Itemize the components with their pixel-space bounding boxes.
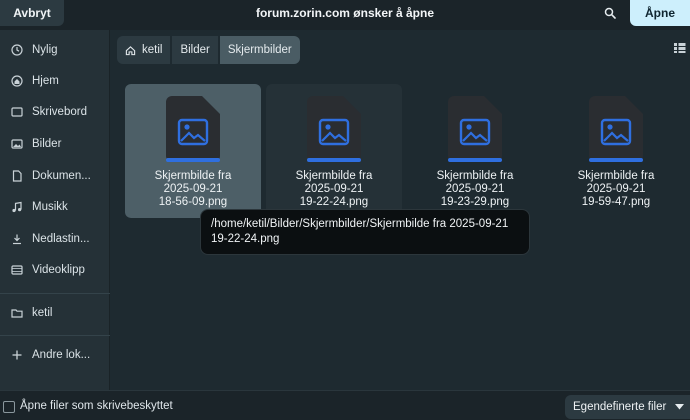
sidebar-item-videos[interactable]: Videoklipp xyxy=(0,255,110,285)
open-button[interactable]: Åpne xyxy=(630,0,690,26)
breadcrumb-label: Bilder xyxy=(180,44,210,56)
sidebar: Nylig Hjem Skrivebord Bilder Dokumen... … xyxy=(0,30,110,390)
view-toggle-icon[interactable] xyxy=(674,42,686,54)
image-file-icon xyxy=(448,96,502,162)
sidebar-item-label: Andre lok... xyxy=(32,349,91,361)
chevron-down-icon xyxy=(675,404,684,410)
image-file-icon xyxy=(307,96,361,162)
readonly-label[interactable]: Åpne filer som skrivebeskyttet xyxy=(20,400,173,412)
breadcrumb-screenshots[interactable]: Skjermbilder xyxy=(219,36,300,64)
sidebar-item-label: ketil xyxy=(32,307,53,319)
sidebar-item-label: Musikk xyxy=(32,201,68,213)
sidebar-item-documents[interactable]: Dokumen... xyxy=(0,161,110,191)
document-icon xyxy=(10,169,24,183)
cancel-button[interactable]: Avbryt xyxy=(0,0,64,26)
image-file-icon xyxy=(166,96,220,162)
sidebar-item-label: Videoklipp xyxy=(32,264,85,276)
sidebar-item-home[interactable]: Hjem xyxy=(0,66,110,96)
desktop-icon xyxy=(10,105,24,119)
file-item[interactable]: Skjermbilde fra 2025-09-21 19-59-47.png xyxy=(548,84,684,218)
readonly-checkbox[interactable] xyxy=(3,401,15,413)
folder-icon xyxy=(10,306,24,320)
file-name: Skjermbilde fra 2025-09-21 19-22-24.png xyxy=(295,170,373,208)
sidebar-item-music[interactable]: Musikk xyxy=(0,192,110,222)
footer-bar: Åpne filer som skrivebeskyttet Egendefin… xyxy=(0,390,690,420)
file-name: Skjermbilde fra 2025-09-21 18-56-09.png xyxy=(154,170,232,208)
file-path-tooltip: /home/ketil/Bilder/Skjermbilder/Skjermbi… xyxy=(200,209,530,255)
sidebar-item-label: Skrivebord xyxy=(32,106,87,118)
sidebar-item-ketil[interactable]: ketil xyxy=(0,298,110,328)
breadcrumb-label: Skjermbilder xyxy=(227,44,292,56)
sidebar-item-label: Hjem xyxy=(32,75,59,87)
sidebar-item-label: Bilder xyxy=(32,138,62,150)
breadcrumb-home[interactable]: ketil xyxy=(117,36,171,64)
file-item[interactable]: Skjermbilde fra 2025-09-21 19-22-24.png xyxy=(266,84,402,218)
dialog-title: forum.zorin.com ønsker å åpne xyxy=(255,6,435,20)
image-file-icon xyxy=(589,96,643,162)
plus-icon xyxy=(10,348,24,362)
file-item[interactable]: Skjermbilde fra 2025-09-21 19-23-29.png xyxy=(407,84,543,218)
sidebar-divider xyxy=(0,335,110,336)
sidebar-item-desktop[interactable]: Skrivebord xyxy=(0,97,110,127)
music-icon xyxy=(10,200,24,214)
header-bar: Avbryt forum.zorin.com ønsker å åpne Åpn… xyxy=(0,0,690,30)
sidebar-item-pictures[interactable]: Bilder xyxy=(0,129,110,159)
sidebar-item-label: Dokumen... xyxy=(32,170,91,182)
image-icon xyxy=(10,137,24,151)
clock-icon xyxy=(10,43,24,57)
sidebar-item-downloads[interactable]: Nedlastin... xyxy=(0,224,110,254)
breadcrumb-pictures[interactable]: Bilder xyxy=(172,36,218,64)
file-item[interactable]: Skjermbilde fra 2025-09-21 18-56-09.png xyxy=(125,84,261,218)
sidebar-item-label: Nylig xyxy=(32,44,58,56)
search-button[interactable] xyxy=(598,2,622,24)
file-filter-dropdown[interactable]: Egendefinerte filer xyxy=(565,395,690,419)
sidebar-divider xyxy=(0,293,110,294)
breadcrumb-label: ketil xyxy=(142,44,163,56)
file-name: Skjermbilde fra 2025-09-21 19-59-47.png xyxy=(577,170,655,208)
sidebar-item-label: Nedlastin... xyxy=(32,233,90,245)
home-icon xyxy=(10,74,24,88)
filter-label: Egendefinerte filer xyxy=(573,401,667,413)
sidebar-item-other-locations[interactable]: Andre lok... xyxy=(0,340,110,370)
sidebar-item-recent[interactable]: Nylig xyxy=(0,35,110,65)
download-icon xyxy=(10,232,24,246)
search-icon xyxy=(604,7,616,19)
home-icon xyxy=(125,45,136,55)
video-icon xyxy=(10,263,24,277)
breadcrumb: ketil Bilder Skjermbilder xyxy=(117,36,302,64)
file-name: Skjermbilde fra 2025-09-21 19-23-29.png xyxy=(436,170,514,208)
